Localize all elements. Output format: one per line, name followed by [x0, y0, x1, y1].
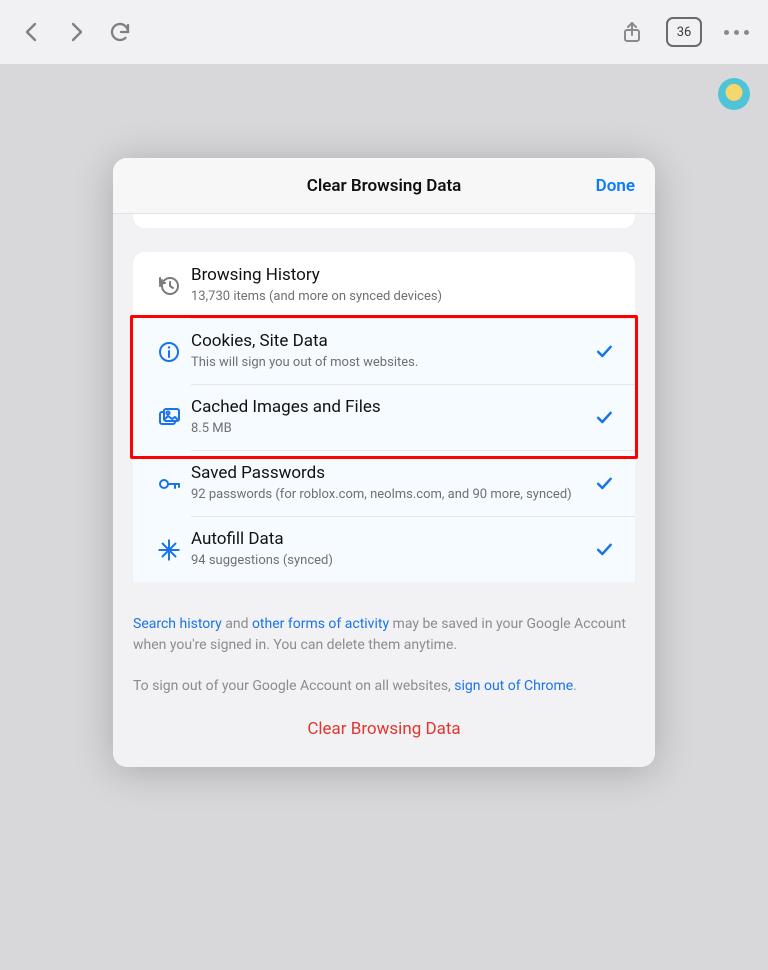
row-title: Browsing History — [191, 265, 605, 286]
more-menu-button[interactable] — [714, 30, 758, 35]
row-subtitle: This will sign you out of most websites. — [191, 354, 583, 372]
clear-browsing-data-modal: Clear Browsing Data Done Browsing Histor… — [113, 158, 655, 767]
checkmark-icon — [593, 473, 615, 493]
reload-button[interactable] — [98, 10, 142, 54]
row-title: Saved Passwords — [191, 463, 583, 484]
data-type-row[interactable]: Cached Images and Files 8.5 MB — [133, 384, 635, 450]
checkmark-icon — [593, 407, 615, 427]
data-type-row[interactable]: Saved Passwords 92 passwords (for roblox.… — [133, 450, 635, 516]
sparkle-icon — [147, 535, 191, 563]
tab-count-badge[interactable]: 36 — [666, 17, 702, 47]
clear-browsing-data-button[interactable]: Clear Browsing Data — [133, 719, 635, 739]
footer-notes: Search history and other forms of activi… — [133, 614, 635, 697]
images-icon — [147, 404, 191, 430]
done-button[interactable]: Done — [596, 158, 635, 213]
modal-title: Clear Browsing Data — [307, 176, 462, 196]
info-icon — [147, 338, 191, 364]
other-activity-link[interactable]: other forms of activity — [252, 616, 389, 632]
previous-section-peek — [133, 214, 635, 228]
modal-body: Browsing History 13,730 items (and more o… — [113, 214, 655, 767]
browser-toolbar: 36 — [0, 0, 768, 64]
forward-button[interactable] — [54, 10, 98, 54]
back-button[interactable] — [10, 10, 54, 54]
search-history-link[interactable]: Search history — [133, 616, 222, 632]
row-subtitle: 8.5 MB — [191, 420, 583, 438]
share-button[interactable] — [610, 10, 654, 54]
data-type-row[interactable]: Browsing History 13,730 items (and more o… — [133, 252, 635, 318]
row-subtitle: 13,730 items (and more on synced devices… — [191, 288, 605, 306]
row-title: Cached Images and Files — [191, 397, 583, 418]
row-title: Cookies, Site Data — [191, 331, 583, 352]
data-type-row[interactable]: Autofill Data 94 suggestions (synced) — [133, 516, 635, 582]
data-type-row[interactable]: Cookies, Site Data This will sign you out… — [133, 318, 635, 384]
key-icon — [147, 470, 191, 496]
row-subtitle: 92 passwords (for roblox.com, neolms.com… — [191, 486, 583, 504]
checkmark-icon — [593, 539, 615, 559]
row-subtitle: 94 suggestions (synced) — [191, 552, 583, 570]
sign-out-chrome-link[interactable]: sign out of Chrome — [454, 678, 573, 694]
data-type-list: Browsing History 13,730 items (and more o… — [133, 252, 635, 582]
checkmark-icon — [593, 341, 615, 361]
row-title: Autofill Data — [191, 529, 583, 550]
history-icon — [147, 272, 191, 298]
modal-header: Clear Browsing Data Done — [113, 158, 655, 214]
profile-avatar[interactable] — [718, 78, 750, 110]
